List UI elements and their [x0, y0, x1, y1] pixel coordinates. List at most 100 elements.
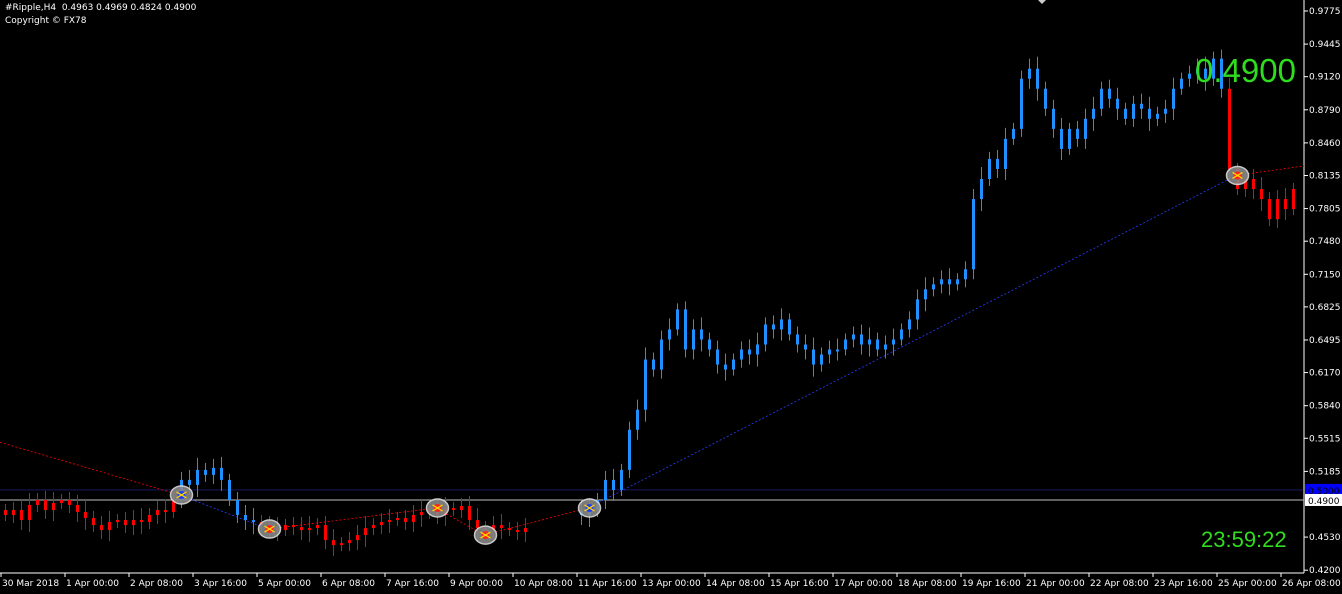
price-bar — [340, 537, 343, 552]
price-bar — [692, 319, 695, 360]
bar-body — [468, 505, 471, 521]
price-bar — [60, 493, 63, 509]
price-bar — [652, 352, 655, 377]
price-bar — [508, 522, 511, 537]
price-bar — [196, 457, 199, 497]
bar-body — [892, 339, 895, 345]
price-bar — [1148, 96, 1151, 131]
price-bar — [660, 330, 663, 379]
price-bar — [876, 332, 879, 357]
time-tick-label: 21 Apr 00:00 — [1026, 579, 1085, 589]
price-bar — [788, 313, 791, 341]
price-bar — [812, 337, 815, 377]
price-bar — [892, 328, 895, 356]
price-bar — [1260, 176, 1263, 212]
bar-body — [28, 504, 31, 521]
time-tick-label: 11 Apr 16:00 — [578, 579, 637, 589]
price-tick-label: 0.5185 — [1309, 467, 1341, 477]
bar-body — [148, 515, 151, 523]
price-tick-label: 0.4200 — [1309, 566, 1341, 576]
bar-body — [604, 479, 607, 500]
bar-body — [84, 511, 87, 519]
bar-body — [924, 289, 927, 300]
price-bar — [52, 491, 55, 522]
price-bar — [684, 301, 687, 358]
time-tick-label: 18 Apr 08:00 — [898, 579, 957, 589]
bar-body — [836, 349, 839, 352]
bar-body — [932, 284, 935, 290]
price-tick-label: 0.6170 — [1309, 369, 1341, 379]
price-bar — [164, 498, 167, 524]
bar-body — [996, 158, 999, 169]
price-tick-label: 0.7480 — [1309, 237, 1341, 247]
bar-body — [812, 349, 815, 365]
price-bar — [1068, 122, 1071, 155]
bar-body — [644, 359, 647, 410]
price-bar — [948, 268, 951, 296]
price-tick-label: 0.4530 — [1309, 533, 1341, 543]
bar-body — [420, 511, 423, 516]
price-bar — [1276, 190, 1279, 229]
price-bar — [284, 519, 287, 537]
time-tick-label: 25 Apr 00:00 — [1218, 579, 1277, 589]
bar-body — [252, 520, 255, 523]
bar-body — [372, 525, 375, 529]
price-bar — [924, 277, 927, 312]
price-bar — [708, 332, 711, 357]
price-bar — [316, 518, 319, 536]
bar-body — [76, 504, 79, 512]
price-bar — [156, 500, 159, 525]
price-bar — [524, 518, 527, 543]
price-bar — [836, 338, 839, 361]
bar-body — [620, 469, 623, 490]
bar-body — [124, 520, 127, 526]
bar-body — [908, 319, 911, 330]
bar-body — [964, 269, 967, 280]
bar-body — [628, 429, 631, 470]
price-bar — [980, 166, 983, 212]
bar-body — [956, 279, 959, 285]
bar-body — [1124, 108, 1127, 119]
price-tick-label: 0.5840 — [1309, 402, 1341, 412]
bar-body — [44, 499, 47, 510]
price-bar — [1164, 99, 1167, 123]
signal-marker-icon — [425, 498, 450, 518]
bar-body — [108, 522, 111, 531]
bar-body — [756, 344, 759, 355]
time-tick-label: 10 Apr 08:00 — [514, 579, 573, 589]
price-bar — [964, 261, 967, 288]
bar-body — [868, 339, 871, 345]
price-bar — [1268, 192, 1271, 227]
price-bar — [140, 507, 143, 535]
price-tick-label: 0.6495 — [1309, 336, 1341, 346]
price-bar — [844, 333, 847, 356]
price-chart[interactable]: 0.9775 0.9445 0.9120 0.8790 0.8460 0.8135 0.78… — [0, 0, 1342, 594]
price-bar — [884, 335, 887, 359]
bar-body — [740, 349, 743, 360]
trend-line-segment — [483, 507, 589, 536]
bar-body — [772, 324, 775, 330]
bar-body — [660, 339, 663, 370]
signal-marker-icon — [1225, 165, 1250, 186]
bar-body — [476, 520, 479, 529]
bar-body — [764, 324, 767, 345]
price-bar — [988, 151, 991, 187]
bar-body — [1044, 88, 1047, 109]
price-bar — [292, 517, 295, 536]
bar-body — [524, 528, 527, 533]
price-bar — [100, 516, 103, 540]
bar-body — [916, 299, 919, 320]
bar-body — [52, 502, 55, 510]
price-tick-label: 0.8135 — [1309, 171, 1341, 181]
price-bar — [732, 353, 735, 376]
price-bar — [1060, 117, 1063, 160]
bar-body — [820, 354, 823, 365]
price-bar — [124, 511, 127, 534]
bar-body — [340, 543, 343, 546]
bar-body — [1252, 179, 1255, 190]
price-bar — [748, 339, 751, 365]
price-bar — [516, 522, 519, 541]
time-tick-label: 3 Apr 16:00 — [194, 579, 247, 589]
price-bar — [1100, 81, 1103, 116]
bar-body — [1116, 98, 1119, 109]
